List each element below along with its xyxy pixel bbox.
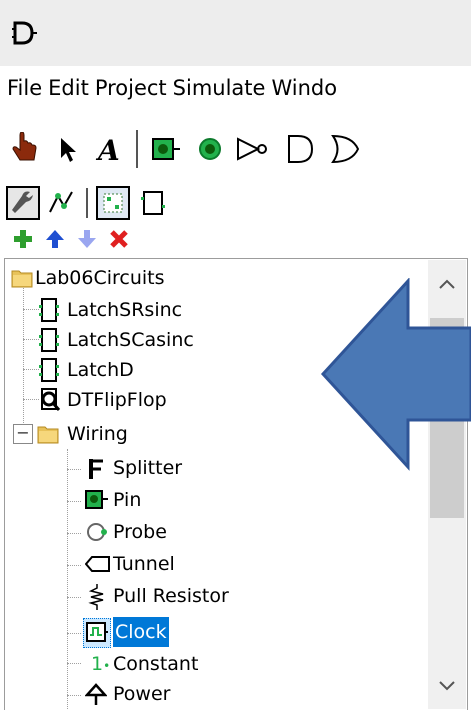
circuit-magnify-icon	[41, 388, 61, 411]
view-toolbar	[0, 184, 471, 224]
tree-item-label: Probe	[113, 521, 167, 543]
pin-icon	[85, 490, 108, 509]
not-gate-icon[interactable]	[236, 134, 270, 164]
tunnel-icon	[85, 556, 110, 572]
input-pin-icon[interactable]	[150, 134, 182, 164]
tree-item-label: Splitter	[113, 457, 183, 479]
select-arrow-icon[interactable]	[58, 136, 80, 164]
menu-window[interactable]: Windo	[271, 66, 337, 111]
menu-bar: File Edit Project Simulate Windo	[0, 66, 471, 111]
and-gate-icon[interactable]	[286, 132, 316, 166]
circuit-icon	[39, 358, 59, 382]
clock-icon	[86, 622, 108, 642]
tree-item-label: LatchSRsinc	[67, 299, 183, 321]
resistor-icon	[88, 584, 104, 610]
menu-project[interactable]: Project	[95, 66, 167, 111]
move-down-icon[interactable]	[76, 228, 98, 250]
menu-edit[interactable]: Edit	[48, 66, 89, 111]
circuit-tree-icon[interactable]	[46, 188, 76, 218]
folder-icon	[37, 426, 59, 444]
output-pin-icon[interactable]	[194, 134, 226, 164]
poke-hand-icon[interactable]	[10, 132, 40, 166]
power-icon	[85, 683, 107, 705]
constant-icon: 1•	[91, 653, 111, 675]
title-bar	[0, 0, 471, 66]
menu-simulate[interactable]: Simulate	[173, 66, 266, 111]
collapse-toggle[interactable]: −	[13, 424, 33, 444]
circuit-icon	[39, 298, 59, 322]
annotation-left-arrow	[320, 278, 471, 471]
text-tool-icon[interactable]: A	[94, 132, 124, 166]
tree-item-label: Constant	[113, 653, 199, 675]
probe-icon	[87, 523, 107, 541]
tree-item-label: Clock	[113, 617, 169, 647]
tree-item-label: LatchD	[67, 359, 134, 381]
splitter-icon	[89, 459, 103, 479]
tree-item-label: LatchSCasinc	[67, 329, 194, 351]
circuit-icon	[39, 328, 59, 352]
tree-item-label: Power	[113, 683, 171, 705]
tree-root-label: Lab06Circuits	[35, 267, 165, 289]
project-toolbar	[0, 226, 471, 254]
or-gate-icon[interactable]	[330, 132, 360, 166]
move-up-icon[interactable]	[44, 228, 66, 250]
layout-view-icon[interactable]	[96, 186, 130, 220]
delete-circuit-icon[interactable]	[108, 228, 130, 250]
scroll-down-arrow-icon[interactable]	[438, 680, 456, 692]
tree-item-label: DTFlipFlop	[67, 389, 167, 411]
tools-toolbar: A	[0, 120, 471, 178]
tree-folder-label: Wiring	[67, 423, 128, 445]
appearance-view-icon[interactable]	[138, 188, 168, 218]
menu-file[interactable]: File	[7, 66, 42, 111]
tree-item-label: Tunnel	[113, 553, 175, 575]
svg-text:A: A	[95, 134, 120, 166]
tree-item-label: Pull Resistor	[113, 585, 229, 607]
toolbar-divider	[136, 130, 138, 168]
add-circuit-icon[interactable]	[12, 228, 34, 250]
app-logo-icon	[12, 21, 37, 45]
folder-icon	[11, 270, 33, 288]
tree-item-label: Pin	[113, 489, 142, 511]
wrench-icon[interactable]	[6, 186, 40, 220]
toolbar-divider	[86, 188, 88, 218]
